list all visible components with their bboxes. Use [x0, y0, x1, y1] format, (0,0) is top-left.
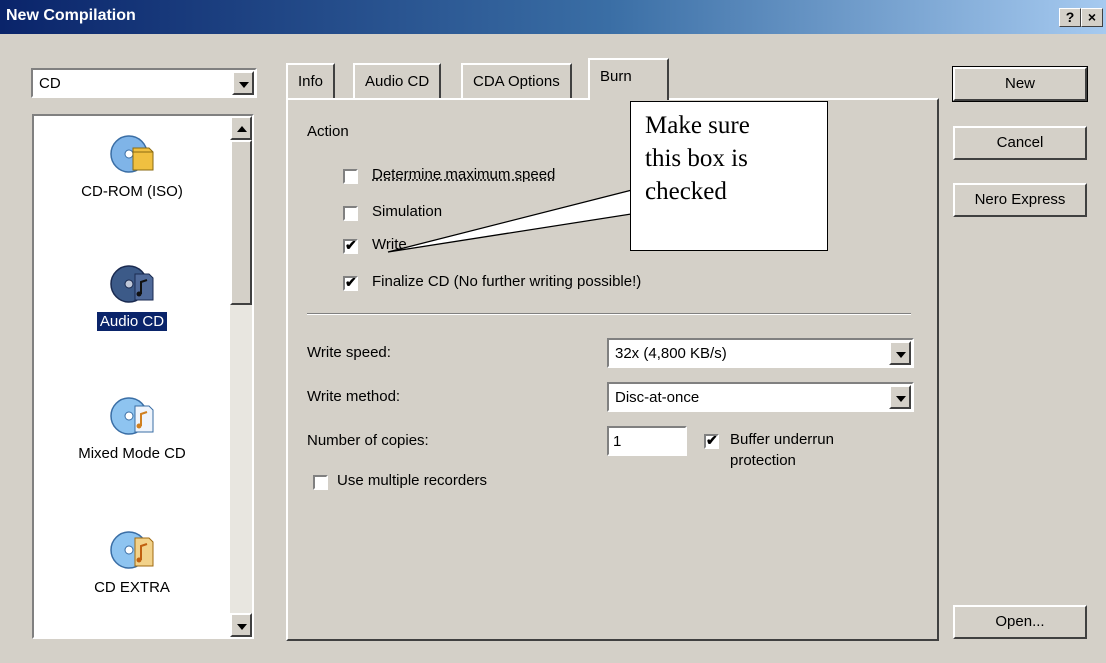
- write-method-combo[interactable]: Disc-at-once: [607, 382, 914, 412]
- scroll-down-button[interactable]: [230, 613, 252, 637]
- nero-express-button[interactable]: Nero Express: [953, 183, 1087, 217]
- write-method-label: Write method:: [307, 388, 401, 405]
- list-item-mixed-mode-cd[interactable]: Mixed Mode CD: [34, 392, 230, 463]
- window-title: New Compilation: [6, 7, 136, 24]
- buffer-underrun-checkbox[interactable]: ✔: [704, 432, 719, 449]
- tab-cda-options[interactable]: CDA Options: [461, 63, 572, 99]
- list-item-label: Audio CD: [95, 311, 169, 332]
- finalize-cd-label[interactable]: Finalize CD (No further writing possible…: [372, 273, 641, 290]
- write-speed-combo[interactable]: 32x (4,800 KB/s): [607, 338, 914, 368]
- tab-audio-cd[interactable]: Audio CD: [353, 63, 442, 99]
- multiple-recorders-checkbox[interactable]: [313, 475, 328, 490]
- cd-extra-icon: [110, 531, 154, 569]
- write-speed-label: Write speed:: [307, 344, 391, 361]
- action-group-label: Action: [307, 123, 349, 140]
- write-method-arrow[interactable]: [889, 385, 911, 409]
- simulation-checkbox[interactable]: [343, 206, 358, 221]
- close-button[interactable]: ×: [1081, 8, 1103, 27]
- finalize-cd-checkbox[interactable]: ✔: [343, 274, 358, 291]
- write-speed-value: 32x (4,800 KB/s): [615, 345, 727, 362]
- chevron-down-icon: [896, 352, 906, 358]
- open-button[interactable]: Open...: [953, 605, 1087, 639]
- list-item-cd-rom-iso[interactable]: CD-ROM (ISO): [34, 130, 230, 201]
- chevron-down-icon: [896, 396, 906, 402]
- new-button[interactable]: New: [952, 66, 1088, 102]
- multiple-recorders-label[interactable]: Use multiple recorders: [337, 472, 487, 489]
- title-bar[interactable]: New Compilation ? ×: [0, 0, 1106, 34]
- list-item-label: CD-ROM (ISO): [81, 183, 183, 200]
- list-item-cd-extra[interactable]: CD EXTRA: [34, 526, 230, 597]
- list-scrollbar[interactable]: [230, 116, 252, 637]
- write-label[interactable]: Write: [372, 236, 407, 253]
- help-button[interactable]: ?: [1059, 8, 1081, 27]
- chevron-down-icon: [237, 624, 247, 630]
- callout-line: this box is: [645, 145, 748, 172]
- cancel-button[interactable]: Cancel: [953, 126, 1087, 160]
- separator: [307, 313, 911, 315]
- write-checkbox[interactable]: ✔: [343, 237, 358, 254]
- chevron-up-icon: [237, 126, 247, 132]
- determine-max-speed-checkbox[interactable]: [343, 169, 358, 184]
- checkmark-icon: ✔: [345, 274, 357, 290]
- audio-cd-icon: [110, 265, 154, 303]
- buffer-underrun-label-line2[interactable]: protection: [730, 452, 796, 469]
- write-speed-arrow[interactable]: [889, 341, 911, 365]
- category-combo[interactable]: CD: [31, 68, 257, 98]
- simulation-label[interactable]: Simulation: [372, 203, 442, 220]
- tab-burn[interactable]: Burn: [588, 58, 669, 100]
- callout-box: Make sure this box is checked: [630, 101, 828, 251]
- checkmark-icon: ✔: [345, 237, 357, 253]
- copies-label: Number of copies:: [307, 432, 429, 449]
- copies-value: 1: [613, 433, 622, 450]
- callout-line: checked: [645, 178, 727, 205]
- compilation-type-list[interactable]: CD-ROM (ISO) Audio CD Mixed Mode CD CD E…: [32, 114, 254, 639]
- category-combo-value: CD: [39, 75, 61, 92]
- buffer-underrun-label-line1[interactable]: Buffer underrun: [730, 431, 834, 448]
- list-item-audio-cd[interactable]: Audio CD: [34, 260, 230, 332]
- cd-rom-iso-icon: [110, 135, 154, 173]
- list-item-label: Mixed Mode CD: [78, 445, 186, 462]
- write-method-value: Disc-at-once: [615, 389, 700, 406]
- category-combo-arrow[interactable]: [232, 71, 254, 95]
- tab-info[interactable]: Info: [286, 63, 336, 99]
- checkmark-icon: ✔: [706, 432, 718, 448]
- copies-input[interactable]: 1: [607, 426, 687, 456]
- scroll-up-button[interactable]: [230, 116, 252, 140]
- determine-max-speed-label[interactable]: Determine maximum speed: [372, 166, 555, 183]
- callout-line: Make sure: [645, 112, 750, 139]
- list-item-label: CD EXTRA: [94, 579, 170, 596]
- mixed-mode-cd-icon: [110, 397, 154, 435]
- scroll-thumb[interactable]: [230, 140, 252, 305]
- chevron-down-icon: [239, 82, 249, 88]
